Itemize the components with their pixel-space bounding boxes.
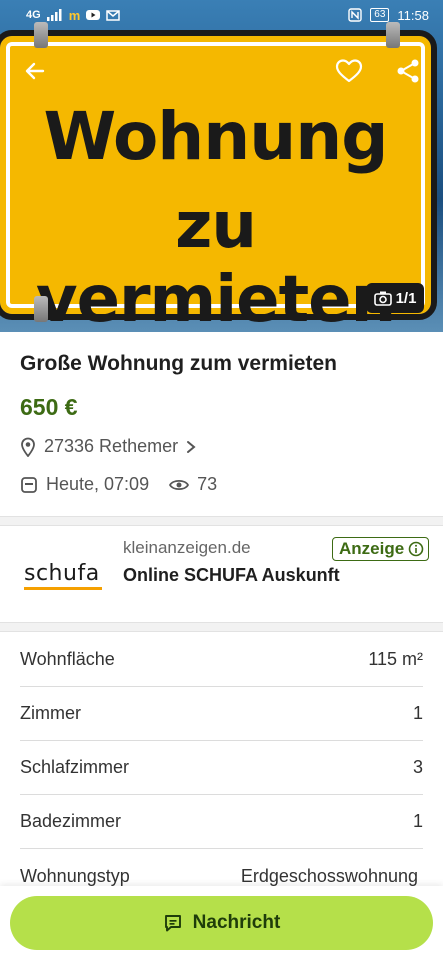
- listing-title: Große Wohnung zum vermieten: [20, 352, 337, 375]
- listing-price: 650 €: [20, 394, 78, 420]
- signal-icon: [46, 9, 62, 21]
- detail-label: Schlafzimmer: [20, 757, 130, 777]
- detail-value: 115 m²: [368, 649, 423, 669]
- message-icon: [164, 915, 181, 932]
- ad-title: Online SCHUFA Auskunft: [123, 565, 340, 585]
- calendar-icon: [21, 476, 37, 493]
- detail-label: Badezimmer: [20, 811, 122, 831]
- photo-counter[interactable]: 1/1: [366, 283, 424, 313]
- ad-domain: kleinanzeigen.de: [123, 538, 251, 557]
- location-link[interactable]: 27336 Rethemer: [20, 436, 196, 457]
- section-divider: [0, 516, 443, 526]
- detail-label: Wohnungstyp: [20, 865, 130, 886]
- posted-date: Heute, 07:09: [46, 474, 150, 494]
- bottom-action-bar: Nachricht: [0, 886, 443, 960]
- youtube-icon: [86, 10, 101, 20]
- network-indicator: 4G: [26, 9, 41, 21]
- detail-label: Zimmer: [20, 703, 81, 723]
- heart-icon: [335, 59, 363, 83]
- view-count: 73: [197, 474, 218, 494]
- section-divider: [0, 622, 443, 632]
- info-icon: [408, 541, 424, 557]
- share-button[interactable]: [391, 54, 425, 88]
- sign-text-line1: Wohnung: [43, 98, 389, 175]
- location-pin-icon: [21, 437, 35, 457]
- detail-value: Erdgeschosswohnung: [240, 865, 418, 886]
- detail-row: Zimmer 1: [20, 687, 423, 741]
- schufa-logo-bar: [24, 587, 102, 590]
- back-arrow-icon: [25, 62, 45, 80]
- ad-badge[interactable]: Anzeige: [332, 537, 430, 561]
- detail-value: 1: [412, 703, 423, 723]
- detail-row: Wohnfläche 115 m²: [20, 633, 423, 687]
- photo-counter-text: 1/1: [395, 289, 417, 307]
- chevron-right-icon: [187, 440, 196, 453]
- message-button[interactable]: Nachricht: [10, 896, 433, 950]
- message-button-label: Nachricht: [192, 912, 281, 933]
- eye-icon: [169, 479, 190, 490]
- detail-row: Schlafzimmer 3: [20, 741, 423, 795]
- share-icon: [397, 59, 419, 83]
- clock: 11:58: [397, 7, 429, 23]
- favorite-button[interactable]: [332, 54, 366, 88]
- battery-icon: 63: [370, 8, 390, 22]
- status-bar: 4G m 63 11:58: [0, 0, 443, 30]
- detail-value: 1: [412, 811, 423, 831]
- back-button[interactable]: [18, 54, 52, 88]
- detail-row: Badezimmer 1: [20, 795, 423, 849]
- schufa-logo-text: schufa: [24, 561, 100, 586]
- sign-image: Wohnung zu vermieten: [0, 30, 437, 332]
- camera-icon: [373, 291, 392, 306]
- status-bar-left: 4G m: [26, 8, 120, 23]
- sign-bolt: [34, 296, 48, 322]
- details-table: Wohnfläche 115 m² Zimmer 1 Schlafzimmer …: [20, 633, 423, 903]
- date-views-row: Heute, 07:09 73: [20, 474, 217, 495]
- status-bar-right: 63 11:58: [348, 8, 429, 23]
- gmail-icon: [106, 10, 120, 21]
- mcdonalds-icon: m: [68, 7, 81, 23]
- ad-badge-label: Anzeige: [339, 539, 405, 558]
- location-text: 27336 Rethemer: [44, 436, 179, 456]
- detail-value: 3: [412, 757, 423, 777]
- nfc-icon: [348, 8, 362, 22]
- detail-label: Wohnfläche: [20, 649, 115, 669]
- schufa-logo: schufa: [24, 563, 104, 590]
